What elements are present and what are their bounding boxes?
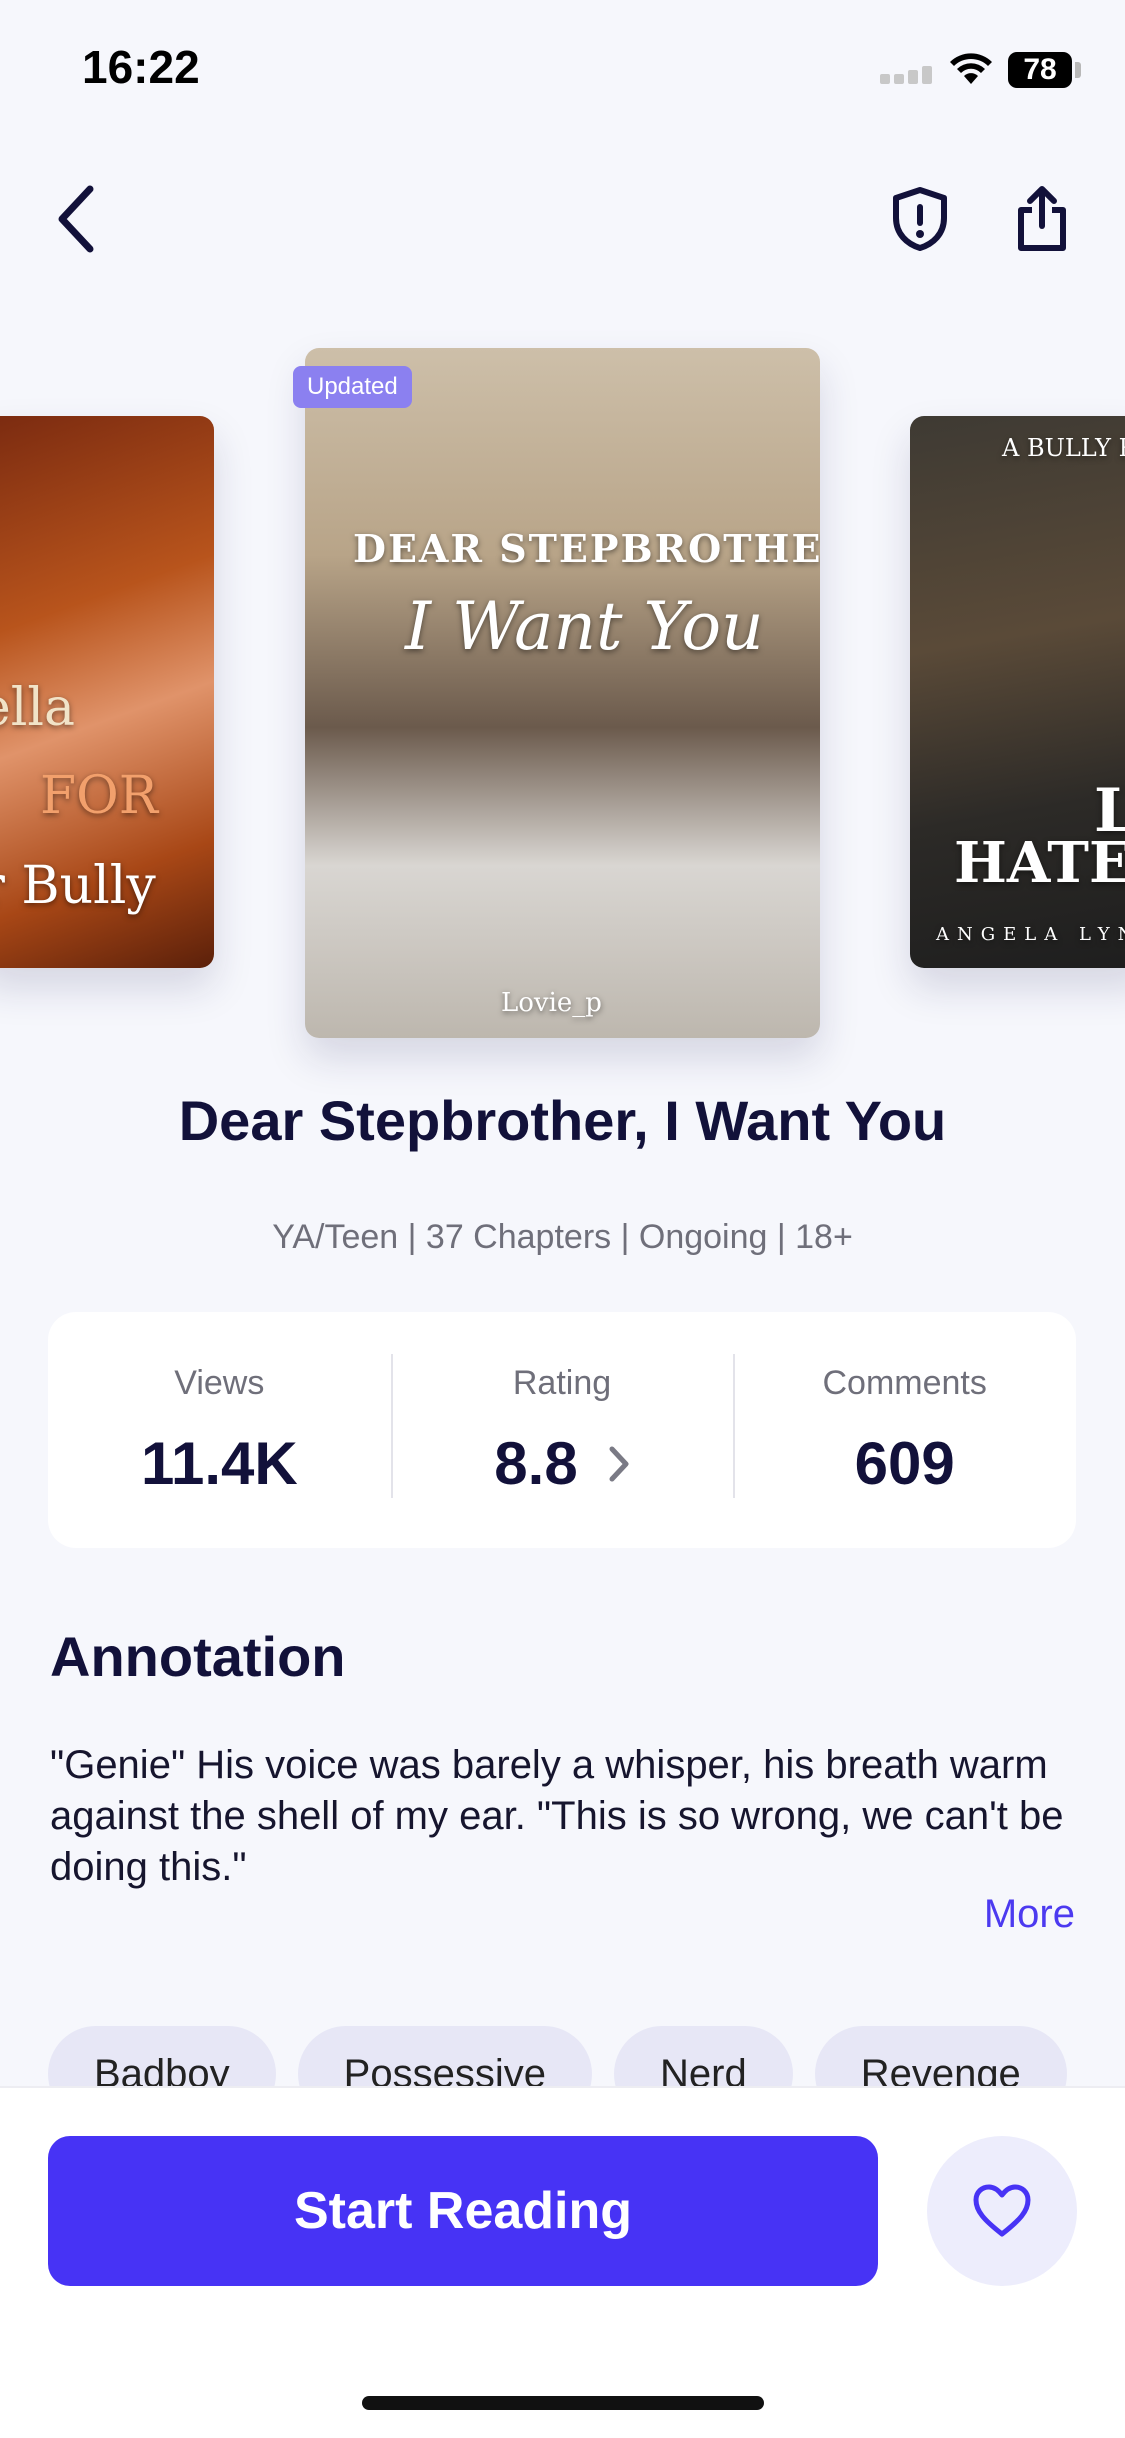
favorite-button[interactable] [927, 2136, 1077, 2286]
cover-text-line: ella [0, 678, 76, 738]
heart-icon [973, 2184, 1031, 2237]
status-time: 16:22 [82, 41, 200, 93]
status-bar: 16:22 78 [0, 0, 1125, 130]
report-button[interactable] [880, 174, 960, 264]
cover-title-line2: I Want You [405, 588, 764, 665]
cover-text-line: FOR [40, 766, 158, 826]
book-meta: YA/Teen | 37 Chapters | Ongoing | 18+ [272, 1218, 853, 1256]
cover-title-line1: DEAR STEPBROTHER, [353, 526, 820, 571]
tag-list: Badboy Possessive Nerd Revenge [48, 2026, 1125, 2086]
chevron-right-icon [609, 1446, 629, 1481]
book-title: Dear Stepbrother, I Want You [178, 1089, 947, 1152]
comments-value: 609 [854, 1430, 955, 1497]
start-reading-button[interactable]: Start Reading [48, 2136, 878, 2286]
cover-text-line: A BULLY RO [1002, 434, 1125, 462]
book-cover-next[interactable]: A BULLY RO LI HATE ANGELA LYN [910, 416, 1125, 968]
rating-value: 8.8 [494, 1430, 578, 1497]
tag-chip[interactable]: Badboy [48, 2026, 276, 2086]
wifi-icon [950, 53, 992, 84]
views-value: 11.4K [140, 1430, 298, 1497]
stat-rating[interactable]: Rating 8.8 [390, 1312, 734, 1548]
chevron-left-icon [58, 185, 94, 253]
views-label: Views [174, 1364, 265, 1402]
home-indicator [362, 2396, 764, 2410]
back-button[interactable] [36, 174, 116, 264]
updated-badge: Updated [293, 366, 412, 408]
tag-chip[interactable]: Revenge [814, 2026, 1067, 2086]
annotation-title: Annotation [50, 1625, 346, 1688]
cellular-signal-icon [880, 66, 932, 84]
battery-icon: 78 [1008, 52, 1072, 88]
shield-alert-icon [893, 187, 947, 251]
cover-author: Lovie_p [501, 988, 602, 1018]
book-cover-previous[interactable]: ella FOR r Bully [0, 416, 214, 968]
cover-text-line: r Bully [0, 856, 156, 916]
book-cover-current[interactable]: DEAR STEPBROTHER, I Want You Lovie_p [305, 348, 820, 1038]
stats-card: Views 11.4K Rating 8.8 Comments 609 [48, 1312, 1076, 1548]
annotation-text: "Genie" His voice was barely a whisper, … [50, 1743, 1064, 1889]
comments-label: Comments [822, 1364, 987, 1402]
rating-label: Rating [512, 1364, 612, 1402]
more-link[interactable]: More [984, 1892, 1075, 1937]
stat-views: Views 11.4K [48, 1312, 391, 1548]
share-button[interactable] [1000, 174, 1084, 264]
cover-text-line: ANGELA LYN [936, 924, 1125, 945]
stat-comments[interactable]: Comments 609 [733, 1312, 1076, 1548]
cover-text-line: HATE [954, 830, 1125, 896]
tag-chip[interactable]: Possessive [297, 2026, 592, 2086]
battery-cap [1075, 62, 1081, 78]
share-icon [1018, 186, 1066, 251]
tag-chip[interactable]: Nerd [613, 2026, 793, 2086]
